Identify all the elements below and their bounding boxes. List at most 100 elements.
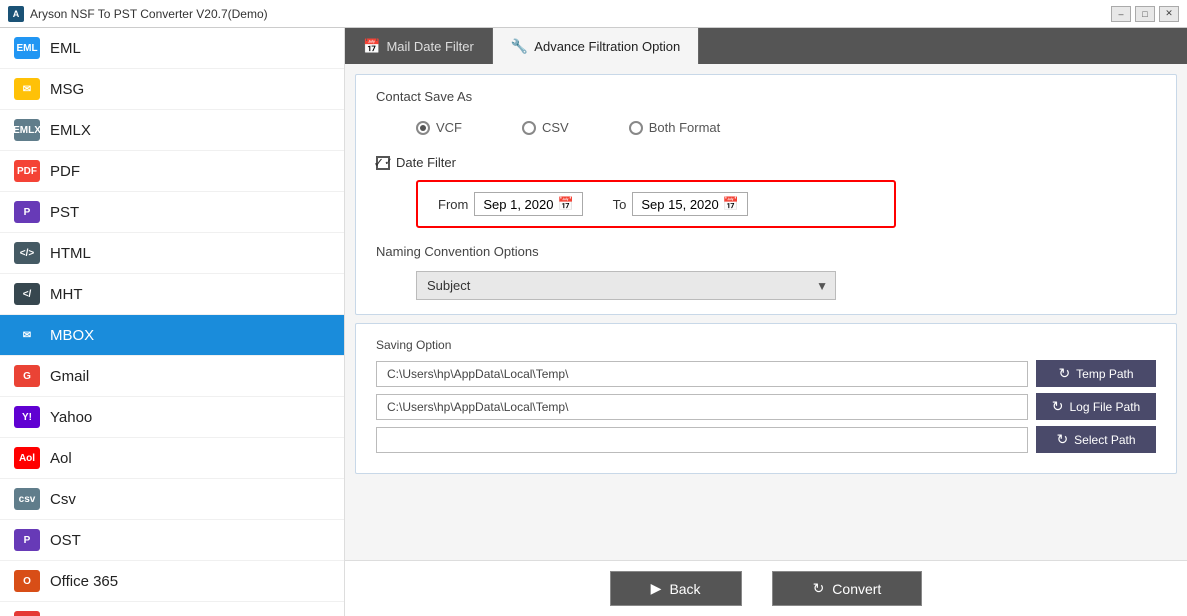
back-icon: ▶: [651, 580, 662, 597]
restore-button[interactable]: □: [1135, 6, 1155, 22]
bottom-bar: ▶ Back ↻ Convert: [345, 560, 1187, 616]
tab-mail-date-filter[interactable]: 📅 Mail Date Filter: [345, 28, 493, 64]
from-calendar-icon[interactable]: 📅: [557, 196, 573, 212]
radio-vcf-label: VCF: [436, 120, 462, 135]
sidebar-icon-office365: O: [14, 570, 40, 592]
sidebar-icon-pst: P: [14, 201, 40, 223]
sidebar-item-csv[interactable]: csv Csv: [0, 479, 344, 520]
temp-path-row: ↻ Temp Path: [376, 360, 1156, 387]
title-bar-controls: – □ ✕: [1111, 6, 1179, 22]
sidebar-icon-ost: P: [14, 529, 40, 551]
temp-path-input[interactable]: [376, 361, 1028, 387]
convert-button[interactable]: ↻ Convert: [772, 571, 923, 606]
tab-icon-advance-filtration: 🔧: [511, 38, 528, 55]
sidebar-icon-csv: csv: [14, 488, 40, 510]
sidebar-label-pst: PST: [50, 204, 79, 221]
sidebar-item-mbox[interactable]: ✉ MBOX: [0, 315, 344, 356]
sidebar-label-mht: MHT: [50, 286, 83, 303]
tab-label-advance-filtration: Advance Filtration Option: [534, 39, 680, 54]
date-filter-check-box[interactable]: ✓: [376, 156, 390, 170]
minimize-button[interactable]: –: [1111, 6, 1131, 22]
sidebar-icon-eml: EML: [14, 37, 40, 59]
app-title: Aryson NSF To PST Converter V20.7(Demo): [30, 7, 268, 21]
main-content: Contact Save As VCF CSV Both Format: [345, 64, 1187, 560]
date-range-box: From Sep 1, 2020 📅 To Sep 15, 2020 📅: [416, 180, 896, 228]
from-label: From: [438, 197, 468, 212]
sidebar: EMLEML✉MSGEMLXEMLXPDFPDF P PST </> HTML </ MHT…: [0, 28, 345, 616]
sidebar-item-office365[interactable]: OOffice 365: [0, 561, 344, 602]
sidebar-label-csv: Csv: [50, 491, 76, 508]
select-path-input[interactable]: [376, 427, 1028, 453]
sidebar-icon-emlx: EMLX: [14, 119, 40, 141]
sidebar-icon-mbox: ✉: [14, 324, 40, 346]
to-calendar-icon[interactable]: 📅: [723, 196, 739, 212]
naming-select-wrapper: SubjectDateFromTo ▼: [416, 271, 836, 300]
app-logo: A: [8, 6, 24, 22]
title-bar: A Aryson NSF To PST Converter V20.7(Demo…: [0, 0, 1187, 28]
date-filter-checkbox[interactable]: ✓ Date Filter: [376, 155, 1156, 170]
sidebar-item-aol[interactable]: Aol Aol: [0, 438, 344, 479]
temp-path-icon: ↻: [1058, 365, 1070, 382]
sidebar-item-html[interactable]: </> HTML: [0, 233, 344, 274]
log-file-path-input[interactable]: [376, 394, 1028, 420]
title-bar-left: A Aryson NSF To PST Converter V20.7(Demo…: [8, 6, 268, 22]
sidebar-icon-mht: </: [14, 283, 40, 305]
sidebar-item-emlx[interactable]: EMLXEMLX: [0, 110, 344, 151]
from-date-value: Sep 1, 2020: [483, 197, 553, 212]
radio-both-circle: [629, 121, 643, 135]
app-body: EMLEML✉MSGEMLXEMLXPDFPDF P PST </> HTML </ MHT…: [0, 28, 1187, 616]
sidebar-item-yahoo[interactable]: Y!Yahoo: [0, 397, 344, 438]
to-date-field: To Sep 15, 2020 📅: [613, 192, 748, 216]
sidebar-item-hotmail[interactable]: ✉HotMail: [0, 602, 344, 616]
to-date-input[interactable]: Sep 15, 2020 📅: [632, 192, 748, 216]
select-path-icon: ↻: [1056, 431, 1068, 448]
sidebar-icon-msg: ✉: [14, 78, 40, 100]
tabs-bar: 📅 Mail Date Filter 🔧 Advance Filtration Opt…: [345, 28, 1187, 64]
temp-path-button[interactable]: ↻ Temp Path: [1036, 360, 1156, 387]
sidebar-label-gmail: Gmail: [50, 368, 89, 385]
sidebar-icon-aol: Aol: [14, 447, 40, 469]
sidebar-label-aol: Aol: [50, 450, 72, 467]
to-date-value: Sep 15, 2020: [641, 197, 718, 212]
sidebar-item-mht[interactable]: </ MHT: [0, 274, 344, 315]
tab-advance-filtration[interactable]: 🔧 Advance Filtration Option: [493, 28, 699, 64]
naming-convention-title: Naming Convention Options: [376, 244, 1156, 259]
log-file-path-row: ↻ Log File Path: [376, 393, 1156, 420]
saving-option-card: Saving Option ↻ Temp Path ↻ Log File Pat…: [355, 323, 1177, 474]
radio-csv[interactable]: CSV: [522, 120, 569, 135]
sidebar-item-ost[interactable]: P OST: [0, 520, 344, 561]
close-button[interactable]: ✕: [1159, 6, 1179, 22]
radio-both-label: Both Format: [649, 120, 721, 135]
sidebar-item-eml[interactable]: EMLEML: [0, 28, 344, 69]
radio-both[interactable]: Both Format: [629, 120, 721, 135]
convert-label: Convert: [832, 581, 881, 597]
contact-date-card: Contact Save As VCF CSV Both Format: [355, 74, 1177, 315]
select-path-row: ↻ Select Path: [376, 426, 1156, 453]
saving-option-title: Saving Option: [376, 338, 1156, 352]
log-path-icon: ↻: [1052, 398, 1064, 415]
tab-label-mail-date-filter: Mail Date Filter: [386, 39, 473, 54]
log-file-path-button[interactable]: ↻ Log File Path: [1036, 393, 1156, 420]
sidebar-label-pdf: PDF: [50, 163, 80, 180]
temp-path-label: Temp Path: [1076, 367, 1133, 381]
contact-save-as-title: Contact Save As: [376, 89, 1156, 104]
sidebar-label-html: HTML: [50, 245, 91, 262]
sidebar-label-mbox: MBOX: [50, 327, 94, 344]
naming-convention-select[interactable]: SubjectDateFromTo: [416, 271, 836, 300]
sidebar-icon-gmail: G: [14, 365, 40, 387]
sidebar-item-msg[interactable]: ✉MSG: [0, 69, 344, 110]
sidebar-item-pst[interactable]: P PST: [0, 192, 344, 233]
from-date-input[interactable]: Sep 1, 2020 📅: [474, 192, 582, 216]
tab-icon-mail-date-filter: 📅: [363, 38, 380, 55]
radio-vcf[interactable]: VCF: [416, 120, 462, 135]
sidebar-item-pdf[interactable]: PDFPDF: [0, 151, 344, 192]
sidebar-icon-html: </>: [14, 242, 40, 264]
back-label: Back: [669, 581, 700, 597]
sidebar-label-ost: OST: [50, 532, 81, 549]
sidebar-item-gmail[interactable]: G Gmail: [0, 356, 344, 397]
back-button[interactable]: ▶ Back: [610, 571, 742, 606]
select-path-label: Select Path: [1074, 433, 1135, 447]
radio-vcf-circle: [416, 121, 430, 135]
select-path-button[interactable]: ↻ Select Path: [1036, 426, 1156, 453]
sidebar-icon-hotmail: ✉: [14, 611, 40, 616]
